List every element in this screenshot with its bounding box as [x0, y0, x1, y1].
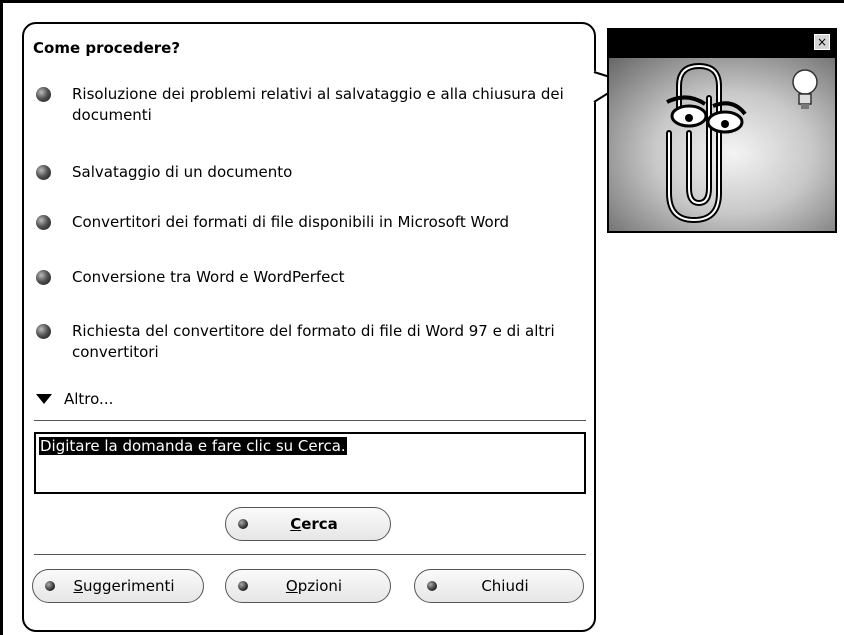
divider: [34, 420, 586, 421]
bullet-ball-icon: [36, 215, 51, 230]
lightbulb-icon: [792, 69, 818, 109]
more-topics-link[interactable]: Altro...: [36, 390, 113, 408]
assistant-stage: [609, 58, 835, 231]
help-topic-label: Richiesta del convertitore del formato d…: [72, 322, 555, 361]
bullet-ball-icon: [36, 270, 51, 285]
close-icon[interactable]: ×: [814, 34, 830, 50]
bullet-ball-icon: [36, 165, 51, 180]
button-dot-icon: [427, 581, 437, 591]
help-topic-item[interactable]: Conversione tra Word e WordPerfect: [36, 267, 586, 288]
help-topic-item[interactable]: Convertitori dei formati di file disponi…: [36, 212, 586, 233]
tips-button[interactable]: Suggerimenti: [32, 569, 204, 603]
question-input[interactable]: Digitare la domanda e fare clic su Cerca…: [34, 432, 586, 494]
more-topics-label: Altro...: [64, 390, 114, 408]
office-assistant-window[interactable]: ×: [607, 28, 837, 233]
search-button[interactable]: Cerca: [225, 507, 391, 541]
help-topic-item[interactable]: Richiesta del convertitore del formato d…: [36, 321, 586, 363]
close-button[interactable]: Chiudi: [414, 569, 584, 603]
balloon-title: Come procedere?: [33, 39, 181, 57]
question-text: Digitare la domanda e fare clic su Cerca…: [39, 437, 347, 455]
close-button-label: Chiudi: [481, 577, 529, 595]
help-topic-item[interactable]: Salvataggio di un documento: [36, 162, 586, 183]
assistant-titlebar[interactable]: ×: [609, 30, 835, 58]
tips-button-label: Suggerimenti: [73, 577, 175, 595]
help-topic-label: Risoluzione dei problemi relativi al sal…: [72, 85, 564, 124]
assistant-balloon: Come procedere? Risoluzione dei problemi…: [22, 22, 596, 632]
help-topic-label: Salvataggio di un documento: [72, 163, 293, 181]
help-topic-label: Conversione tra Word e WordPerfect: [72, 268, 345, 286]
button-dot-icon: [238, 519, 248, 529]
search-button-label: Cerca: [290, 515, 338, 533]
options-button[interactable]: Opzioni: [225, 569, 391, 603]
divider: [34, 554, 586, 555]
button-dot-icon: [238, 581, 248, 591]
bullet-ball-icon: [36, 324, 51, 339]
triangle-down-icon: [36, 394, 52, 404]
help-topic-item[interactable]: Risoluzione dei problemi relativi al sal…: [36, 84, 586, 126]
help-topic-label: Convertitori dei formati di file disponi…: [72, 213, 510, 231]
bullet-ball-icon: [36, 87, 51, 102]
button-dot-icon: [45, 581, 55, 591]
options-button-label: Opzioni: [285, 577, 343, 595]
